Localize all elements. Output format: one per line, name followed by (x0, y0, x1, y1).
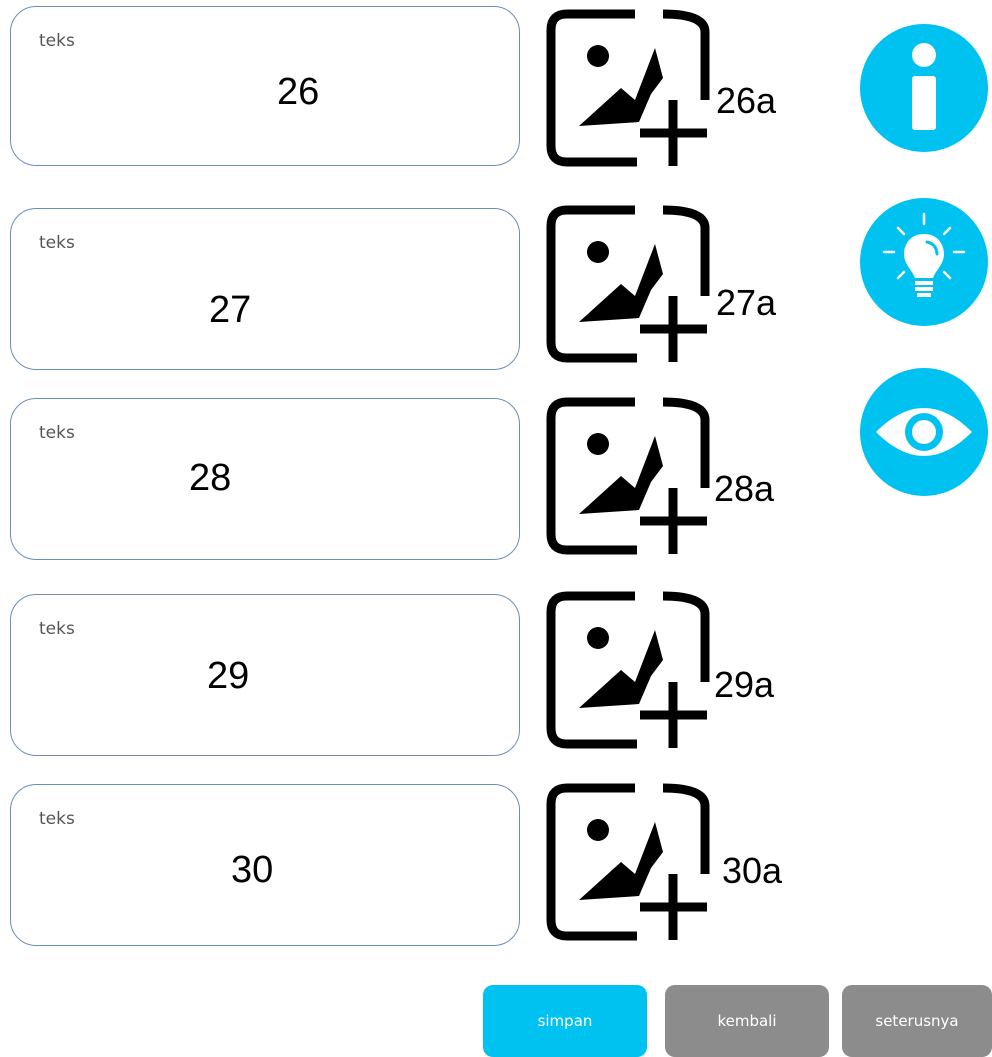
add-image-icon (546, 205, 710, 363)
entry-number: 29 (207, 655, 250, 697)
back-button[interactable]: kembali (665, 985, 829, 1057)
text-entry-card[interactable]: teks 29 (10, 594, 520, 756)
add-image-icon (546, 397, 710, 555)
text-label: teks (39, 31, 75, 51)
add-image-icon (546, 9, 710, 167)
info-button[interactable] (860, 24, 988, 152)
info-icon (912, 43, 936, 130)
image-label: 27a (716, 282, 777, 323)
entry-number: 26 (277, 71, 320, 113)
text-entry-card[interactable]: teks 26 (10, 6, 520, 166)
lightbulb-icon (882, 212, 966, 297)
text-label: teks (39, 619, 75, 639)
image-label: 30a (722, 850, 783, 891)
text-entry-card[interactable]: teks 28 (10, 398, 520, 560)
text-label: teks (39, 233, 75, 253)
next-button[interactable]: seterusnya (842, 985, 992, 1057)
text-label: teks (39, 423, 75, 443)
add-image-button[interactable] (545, 392, 715, 562)
text-label: teks (39, 809, 75, 829)
add-image-button[interactable] (545, 586, 715, 756)
image-label: 29a (714, 664, 775, 705)
image-label: 26a (716, 80, 777, 121)
entry-number: 28 (189, 457, 232, 499)
add-image-icon (546, 591, 710, 749)
entry-number: 27 (209, 289, 252, 331)
add-image-button[interactable] (545, 200, 715, 370)
add-image-button[interactable] (545, 778, 715, 948)
text-entry-card[interactable]: teks 27 (10, 208, 520, 370)
preview-button[interactable] (860, 368, 988, 496)
add-image-icon (546, 783, 710, 941)
entry-number: 30 (231, 849, 274, 891)
save-button[interactable]: simpan (483, 985, 647, 1057)
text-entry-card[interactable]: teks 30 (10, 784, 520, 946)
eye-icon (876, 408, 972, 456)
add-image-button[interactable] (545, 4, 715, 174)
hint-button[interactable] (860, 198, 988, 326)
image-label: 28a (714, 468, 775, 509)
